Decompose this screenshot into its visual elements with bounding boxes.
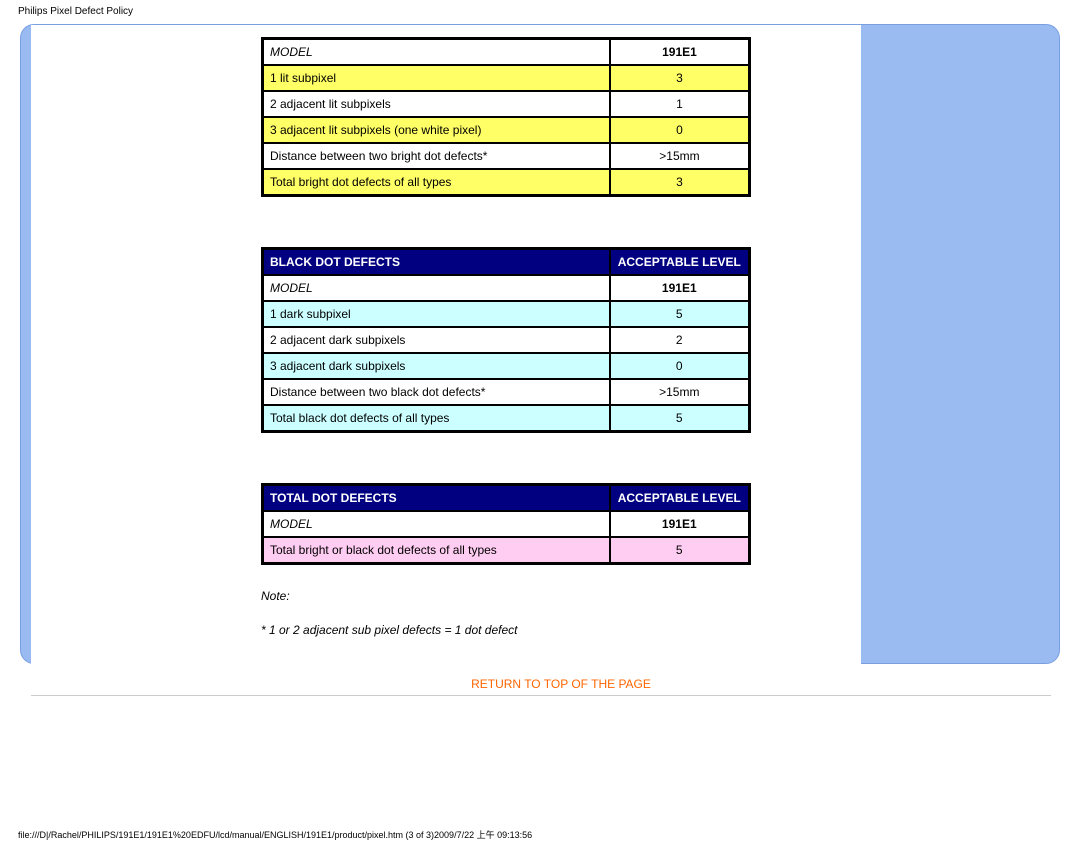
cell-label: 2 adjacent lit subpixels bbox=[263, 91, 610, 117]
table-row: Distance between two black dot defects* … bbox=[263, 379, 749, 405]
table-row: MODEL 191E1 bbox=[263, 511, 749, 537]
cell-label: 1 dark subpixel bbox=[263, 301, 610, 327]
table-row: 2 adjacent dark subpixels 2 bbox=[263, 327, 749, 353]
page-title: Philips Pixel Defect Policy bbox=[0, 0, 1080, 17]
table-header-row: BLACK DOT DEFECTS ACCEPTABLE LEVEL bbox=[263, 249, 749, 275]
cell-label: Distance between two bright dot defects* bbox=[263, 143, 610, 169]
total-dot-table: TOTAL DOT DEFECTS ACCEPTABLE LEVEL MODEL… bbox=[261, 483, 751, 565]
model-label: MODEL bbox=[263, 511, 610, 537]
table-row: Total bright dot defects of all types 3 bbox=[263, 169, 749, 195]
divider bbox=[31, 695, 1051, 696]
footer-file-path: file:///D|/Rachel/PHILIPS/191E1/191E1%20… bbox=[18, 828, 532, 841]
header-right: ACCEPTABLE LEVEL bbox=[610, 249, 749, 275]
cell-value: 0 bbox=[610, 353, 749, 379]
header-left: TOTAL DOT DEFECTS bbox=[263, 485, 610, 511]
cell-value: 5 bbox=[610, 537, 749, 563]
cell-label: Total bright or black dot defects of all… bbox=[263, 537, 610, 563]
cell-label: Total bright dot defects of all types bbox=[263, 169, 610, 195]
cell-label: 1 lit subpixel bbox=[263, 65, 610, 91]
cell-value: 3 bbox=[610, 169, 749, 195]
cell-value: >15mm bbox=[610, 379, 749, 405]
cell-value: 0 bbox=[610, 117, 749, 143]
white-page: MODEL 191E1 1 lit subpixel 3 2 adjacent … bbox=[31, 25, 861, 665]
cell-label: 2 adjacent dark subpixels bbox=[263, 327, 610, 353]
note-label: Note: bbox=[261, 589, 861, 603]
header-right: ACCEPTABLE LEVEL bbox=[610, 485, 749, 511]
return-link-wrapper: RETURN TO TOP OF THE PAGE bbox=[261, 677, 861, 691]
header-left: BLACK DOT DEFECTS bbox=[263, 249, 610, 275]
table-row: Total bright or black dot defects of all… bbox=[263, 537, 749, 563]
return-to-top-link[interactable]: RETURN TO TOP OF THE PAGE bbox=[471, 677, 651, 691]
model-value: 191E1 bbox=[610, 275, 749, 301]
table-row: 2 adjacent lit subpixels 1 bbox=[263, 91, 749, 117]
table-row: MODEL 191E1 bbox=[263, 275, 749, 301]
cell-value: 5 bbox=[610, 301, 749, 327]
table-row: 3 adjacent dark subpixels 0 bbox=[263, 353, 749, 379]
cell-value: >15mm bbox=[610, 143, 749, 169]
cell-value: 3 bbox=[610, 65, 749, 91]
table-row: 3 adjacent lit subpixels (one white pixe… bbox=[263, 117, 749, 143]
cell-label: Distance between two black dot defects* bbox=[263, 379, 610, 405]
model-value: 191E1 bbox=[610, 511, 749, 537]
content-area: MODEL 191E1 1 lit subpixel 3 2 adjacent … bbox=[31, 25, 861, 691]
black-dot-table: BLACK DOT DEFECTS ACCEPTABLE LEVEL MODEL… bbox=[261, 247, 751, 433]
model-label: MODEL bbox=[263, 275, 610, 301]
table-row: 1 dark subpixel 5 bbox=[263, 301, 749, 327]
table-row: Distance between two bright dot defects*… bbox=[263, 143, 749, 169]
note-text: * 1 or 2 adjacent sub pixel defects = 1 … bbox=[261, 623, 861, 637]
blue-frame: MODEL 191E1 1 lit subpixel 3 2 adjacent … bbox=[20, 24, 1060, 664]
bright-dot-table: MODEL 191E1 1 lit subpixel 3 2 adjacent … bbox=[261, 37, 751, 197]
note-block: Note: * 1 or 2 adjacent sub pixel defect… bbox=[261, 589, 861, 637]
cell-value: 5 bbox=[610, 405, 749, 431]
model-value: 191E1 bbox=[610, 39, 749, 65]
cell-label: 3 adjacent dark subpixels bbox=[263, 353, 610, 379]
model-label: MODEL bbox=[263, 39, 610, 65]
table-row: MODEL 191E1 bbox=[263, 39, 749, 65]
cell-value: 1 bbox=[610, 91, 749, 117]
cell-value: 2 bbox=[610, 327, 749, 353]
cell-label: Total black dot defects of all types bbox=[263, 405, 610, 431]
table-row: Total black dot defects of all types 5 bbox=[263, 405, 749, 431]
table-header-row: TOTAL DOT DEFECTS ACCEPTABLE LEVEL bbox=[263, 485, 749, 511]
table-row: 1 lit subpixel 3 bbox=[263, 65, 749, 91]
cell-label: 3 adjacent lit subpixels (one white pixe… bbox=[263, 117, 610, 143]
